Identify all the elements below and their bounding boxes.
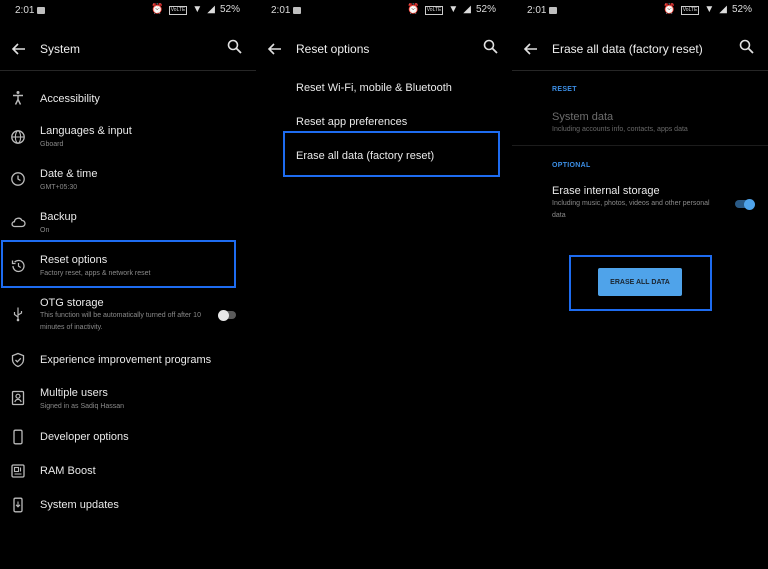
battery-level: 52% [219,4,240,15]
page-title: System [40,42,81,56]
system-data-item: System data Including accounts info, con… [512,108,768,140]
highlight-reset-options [1,240,236,288]
search-icon[interactable] [226,38,244,56]
search-icon[interactable] [482,38,500,56]
item-subtitle: This function will be automatically turn… [40,312,201,331]
wifi-icon: ▼ [704,4,715,15]
reset-options-screen: 2:01 ⏰ VoLTE ▼ ◢ 52% Reset options Reset… [256,0,512,569]
ram-icon [11,464,25,478]
volte-badge: VoLTE [168,5,188,15]
app-bar-divider [0,70,256,71]
status-time: 2:01 [15,5,35,16]
system-screen: 2:01 ⏰ VoLTE ▼ ◢ 52% System Accessibilit… [0,0,256,569]
signal-icon: ◢ [719,4,727,15]
volte-badge: VoLTE [680,5,700,15]
shield-check-icon [11,352,25,368]
settings-item-system-updates[interactable]: System updates [0,496,256,518]
cloud-icon [11,217,26,228]
settings-item-date-time[interactable]: Date & time GMT+05:30 [0,165,256,197]
settings-item-backup[interactable]: Backup On [0,208,256,240]
status-bar: 2:01 ⏰ VoLTE ▼ ◢ 52% [256,0,512,22]
back-arrow-icon[interactable] [10,40,28,58]
reset-app-preferences-item[interactable]: Reset app preferences [296,116,407,128]
alarm-icon: ⏰ [407,4,420,15]
item-label: RAM Boost [40,465,96,477]
settings-item-developer-options[interactable]: Developer options [0,428,256,450]
alarm-icon: ⏰ [663,4,676,15]
status-time: 2:01 [271,5,291,16]
highlight-erase-all-data [283,131,500,177]
settings-item-ram-boost[interactable]: RAM Boost [0,462,256,484]
item-subtitle: GMT+05:30 [40,184,78,191]
battery-level: 52% [475,4,496,15]
reset-network-item[interactable]: Reset Wi-Fi, mobile & Bluetooth [296,82,452,94]
item-label: Experience improvement programs [40,354,212,366]
section-header-optional: OPTIONAL [552,162,591,169]
item-label: Developer options [40,431,129,443]
app-bar: System [0,30,256,68]
accessibility-icon [13,91,23,105]
item-subtitle: Gboard [40,141,64,148]
section-header-reset: RESET [552,86,577,93]
settings-item-otg-storage[interactable]: OTG storage This function will be automa… [0,294,256,338]
status-bar: 2:01 ⏰ VoLTE ▼ ◢ 52% [512,0,768,22]
item-label: Backup [40,211,77,223]
item-label: Date & time [40,168,98,180]
internal-storage-toggle-knob [744,198,755,210]
settings-item-languages[interactable]: Languages & input Gboard [0,122,256,154]
otg-toggle-knob [218,309,229,321]
item-label: Languages & input [40,125,132,137]
page-title: Erase all data (factory reset) [552,42,703,56]
item-subtitle: Including music, photos, videos and othe… [552,200,710,219]
alarm-icon: ⏰ [151,4,164,15]
erase-internal-storage-item[interactable]: Erase internal storage Including music, … [512,182,768,226]
page-title: Reset options [296,42,370,56]
item-label: System data [552,111,614,123]
item-label: Erase internal storage [552,185,660,197]
settings-item-multiple-users[interactable]: Multiple users Signed in as Sadiq Hassan [0,384,256,416]
signal-icon: ◢ [463,4,471,15]
usb-icon [13,307,23,322]
erase-all-data-screen: 2:01 ⏰ VoLTE ▼ ◢ 52% Erase all data (fac… [512,0,768,569]
volte-badge: VoLTE [424,5,444,15]
settings-item-accessibility[interactable]: Accessibility [0,86,256,112]
back-arrow-icon[interactable] [522,40,540,58]
item-label: Multiple users [40,387,108,399]
globe-icon [11,130,25,144]
app-bar: Reset options [256,30,512,68]
settings-item-experience[interactable]: Experience improvement programs [0,350,256,372]
wifi-icon: ▼ [448,4,459,15]
signal-icon: ◢ [207,4,215,15]
app-bar-divider [512,70,768,71]
wifi-icon: ▼ [192,4,203,15]
search-icon[interactable] [738,38,756,56]
system-update-icon [13,497,23,513]
phone-icon [13,429,23,445]
status-time: 2:01 [527,5,547,16]
clock-icon [11,172,25,186]
battery-level: 52% [731,4,752,15]
highlight-erase-button [569,255,712,311]
section-divider [512,145,768,146]
image-notification-icon [293,7,301,14]
back-arrow-icon[interactable] [266,40,284,58]
app-bar: Erase all data (factory reset) [512,30,768,68]
item-subtitle: Including accounts info, contacts, apps … [552,126,688,133]
item-label: Accessibility [40,93,100,105]
item-label: System updates [40,499,119,511]
user-icon [11,390,25,406]
image-notification-icon [37,7,45,14]
item-label: OTG storage [40,297,104,309]
item-subtitle: Signed in as Sadiq Hassan [40,403,125,410]
status-bar: 2:01 ⏰ VoLTE ▼ ◢ 52% [0,0,256,22]
item-subtitle: On [40,227,50,234]
image-notification-icon [549,7,557,14]
